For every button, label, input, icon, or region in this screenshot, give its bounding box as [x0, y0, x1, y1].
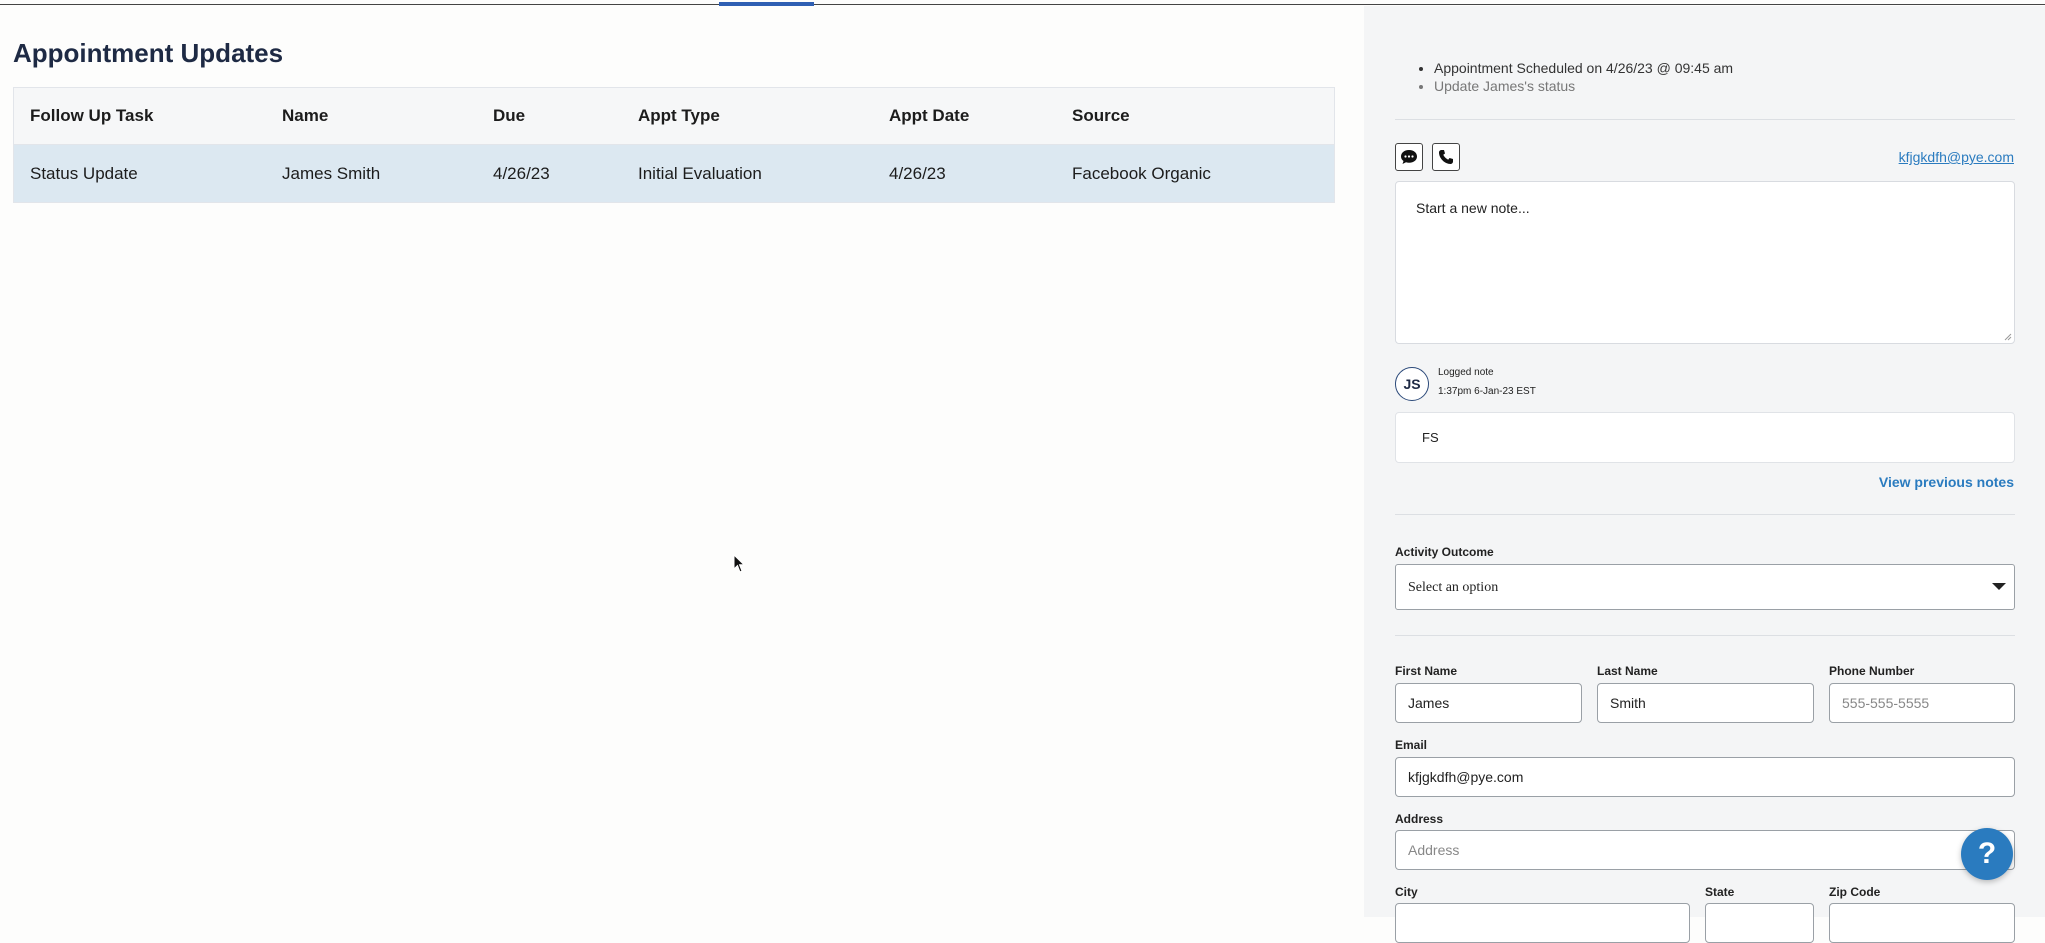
chevron-down-icon	[1992, 583, 2006, 590]
column-header-source[interactable]: Source	[1072, 106, 1130, 126]
question-mark-icon: ?	[1977, 837, 1997, 870]
first-name-label: First Name	[1395, 664, 1458, 678]
cell-source: Facebook Organic	[1072, 163, 1211, 183]
phone-button[interactable]	[1432, 143, 1460, 171]
view-previous-notes-link[interactable]: View previous notes	[1879, 474, 2014, 490]
logged-note-timestamp: 1:37pm 6-Jan-23 EST	[1438, 386, 1536, 397]
cell-appt-date: 4/26/23	[889, 163, 946, 183]
table-header-row: Follow Up Task Name Due Appt Type Appt D…	[14, 88, 1334, 145]
last-name-label: Last Name	[1597, 664, 1658, 678]
new-note-textarea[interactable]: Start a new note...	[1395, 181, 2015, 344]
column-header-appt-type[interactable]: Appt Type	[638, 106, 720, 126]
column-header-due[interactable]: Due	[493, 106, 525, 126]
help-button[interactable]: ?	[1961, 828, 2013, 880]
email-label: Email	[1395, 738, 1428, 752]
address-label: Address	[1395, 812, 1444, 826]
phone-number-field[interactable]	[1829, 683, 2015, 723]
zip-code-field[interactable]	[1829, 903, 2015, 943]
column-header-name[interactable]: Name	[282, 106, 328, 126]
state-field[interactable]	[1705, 903, 1814, 943]
logged-note-body: FS	[1395, 412, 2015, 463]
activity-outcome-value: Select an option	[1408, 580, 1499, 595]
address-field[interactable]	[1395, 830, 2015, 870]
logged-note-title: Logged note	[1438, 367, 1494, 378]
resize-grip-icon[interactable]	[2004, 333, 2012, 341]
table-row[interactable]: Status Update James Smith 4/26/23 Initia…	[14, 145, 1334, 202]
cell-due: 4/26/23	[493, 163, 550, 183]
appointments-table: Follow Up Task Name Due Appt Type Appt D…	[13, 87, 1335, 203]
cell-name: James Smith	[282, 163, 381, 183]
cell-appt-type: Initial Evaluation	[638, 163, 762, 183]
email-field[interactable]	[1395, 757, 2015, 797]
city-field[interactable]	[1395, 903, 1690, 943]
task-summary-list: Appointment Scheduled on 4/26/23 @ 09:45…	[1414, 59, 1733, 95]
divider	[1395, 514, 2015, 515]
first-name-field[interactable]	[1395, 683, 1582, 723]
state-label: State	[1705, 885, 1735, 899]
divider	[1395, 635, 2015, 636]
note-placeholder: Start a new note...	[1416, 200, 1530, 216]
summary-item: Appointment Scheduled on 4/26/23 @ 09:45…	[1434, 59, 1733, 77]
divider	[1395, 119, 2015, 120]
task-detail-panel: Appointment Scheduled on 4/26/23 @ 09:45…	[1364, 6, 2045, 943]
zip-code-label: Zip Code	[1829, 885, 1881, 899]
top-border	[0, 0, 2045, 5]
phone-number-label: Phone Number	[1829, 664, 1915, 678]
chat-bubble-icon	[1401, 150, 1417, 164]
message-button[interactable]	[1395, 143, 1423, 171]
last-name-field[interactable]	[1597, 683, 1814, 723]
activity-outcome-label: Activity Outcome	[1395, 545, 1494, 559]
page-title: Appointment Updates	[13, 38, 284, 68]
mouse-cursor-icon	[733, 554, 746, 573]
cell-follow-up-task: Status Update	[30, 163, 138, 183]
activity-outcome-select[interactable]: Select an option	[1395, 564, 2015, 610]
phone-icon	[1439, 150, 1453, 164]
column-header-appt-date[interactable]: Appt Date	[889, 106, 969, 126]
email-link[interactable]: kfjgkdfh@pye.com	[1899, 149, 2014, 165]
avatar: JS	[1395, 367, 1429, 401]
summary-item: Update James's status	[1434, 77, 1733, 95]
city-label: City	[1395, 885, 1418, 899]
appointments-pane: Appointment Updates Follow Up Task Name …	[0, 6, 1364, 917]
column-header-follow-up-task[interactable]: Follow Up Task	[30, 106, 153, 126]
